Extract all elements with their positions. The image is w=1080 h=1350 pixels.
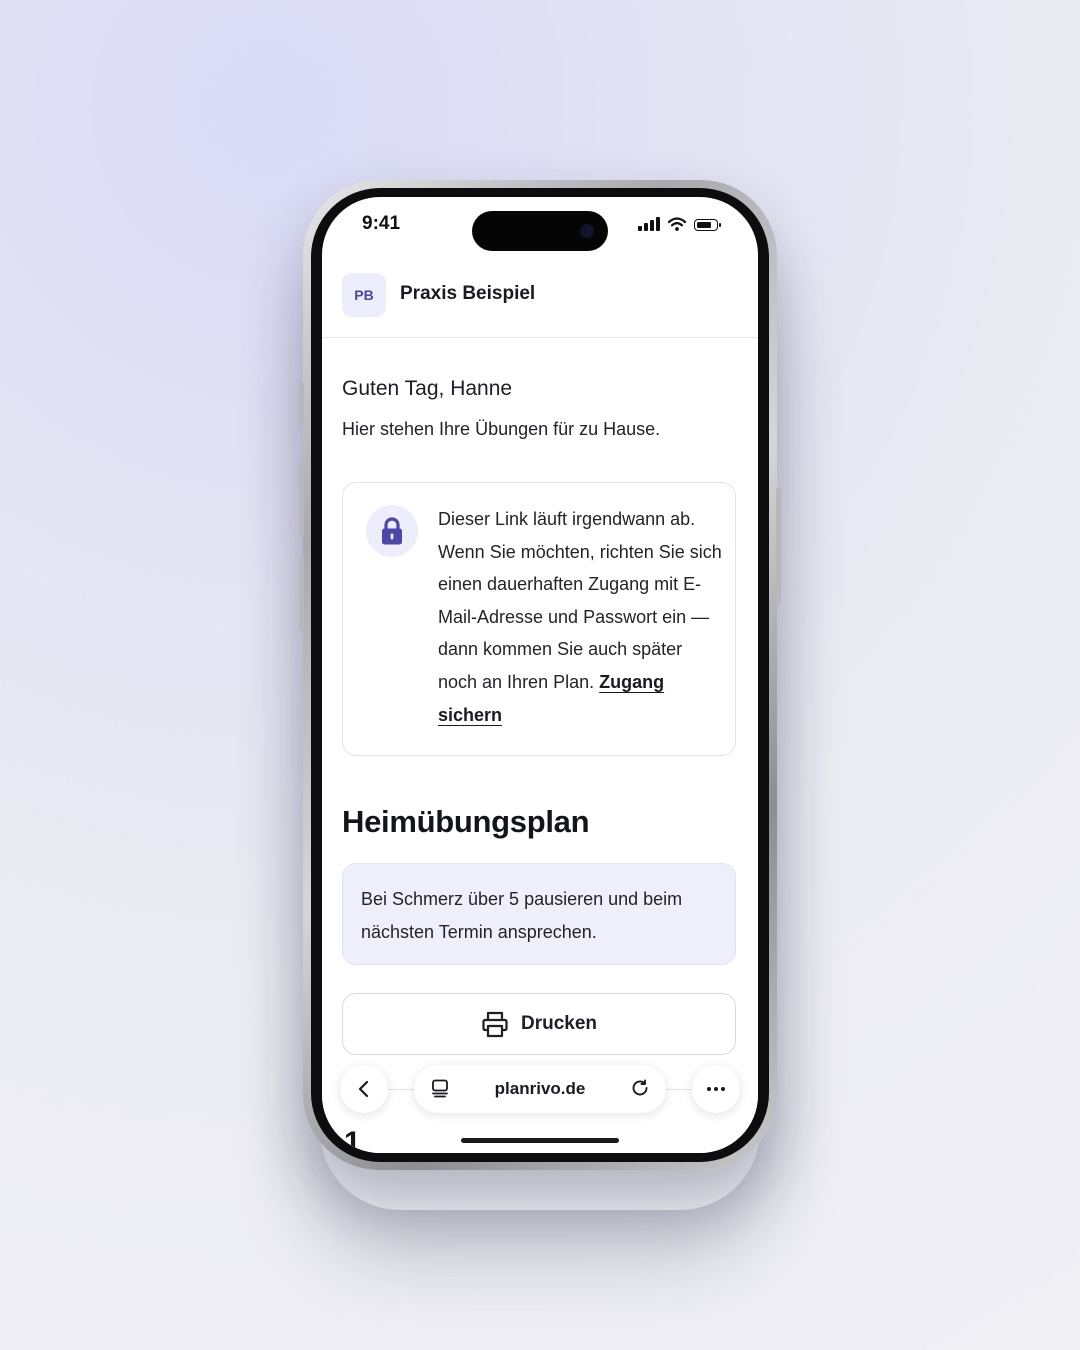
back-button[interactable] [340, 1065, 388, 1113]
action-button [299, 382, 304, 426]
greeting: Guten Tag, Hanne [342, 377, 513, 400]
battery-level [697, 222, 711, 228]
front-camera [580, 224, 594, 238]
wifi-icon [668, 217, 686, 231]
status-icons [638, 217, 721, 231]
url-text: planrivo.de [494, 1079, 586, 1098]
practice-logo: PB [342, 273, 386, 317]
print-button-label: Drucken [520, 1013, 598, 1034]
phone-screen: 9:41 PB Praxis Beispiel Guten Tag, Hanne… [322, 197, 758, 1153]
battery-icon [694, 219, 721, 231]
dynamic-island [472, 211, 608, 251]
notice-text: Dieser Link läuft irgendwann ab. Wenn Si… [438, 503, 723, 731]
print-button[interactable]: Drucken [342, 993, 736, 1055]
lock-icon [382, 517, 402, 545]
more-icon [707, 1087, 725, 1091]
back-icon [358, 1080, 369, 1098]
home-indicator[interactable] [461, 1138, 619, 1143]
signal-icon [638, 217, 660, 231]
power-button [776, 488, 781, 604]
pain-hint-box: Bei Schmerz über 5 pausieren und beim nä… [342, 863, 736, 965]
next-exercise-number: 1 [344, 1126, 361, 1153]
practice-name: Praxis Beispiel [400, 283, 536, 304]
printer-icon [482, 1011, 508, 1038]
notice-body: Dieser Link läuft irgendwann ab. Wenn Si… [438, 509, 722, 692]
intro-text: Hier stehen Ihre Übungen für zu Hause. [342, 419, 661, 439]
volume-down-button [299, 556, 304, 630]
access-notice-card: Dieser Link läuft irgendwann ab. Wenn Si… [342, 482, 736, 756]
more-button[interactable] [692, 1065, 740, 1113]
status-time: 9:41 [362, 213, 401, 234]
lock-icon-badge [366, 505, 418, 557]
reload-icon[interactable] [630, 1078, 650, 1098]
plan-title: Heimübungsplan [342, 804, 590, 839]
app-header: PB Praxis Beispiel [322, 273, 758, 338]
volume-up-button [299, 462, 304, 536]
address-bar[interactable]: planrivo.de [414, 1065, 666, 1113]
